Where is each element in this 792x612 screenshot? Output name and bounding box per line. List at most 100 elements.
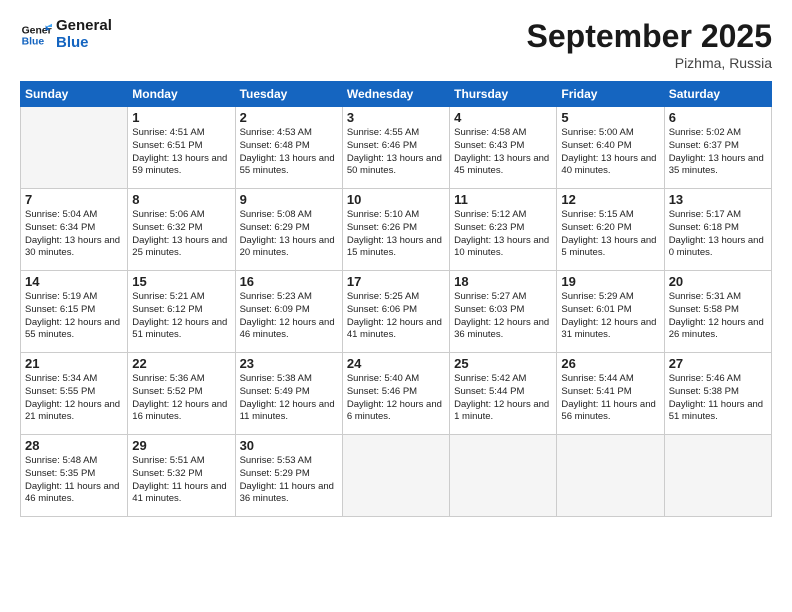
weekday-header-friday: Friday (557, 82, 664, 107)
weekday-header-wednesday: Wednesday (342, 82, 449, 107)
day-number: 14 (25, 274, 123, 289)
day-number: 18 (454, 274, 552, 289)
day-number: 1 (132, 110, 230, 125)
day-number: 11 (454, 192, 552, 207)
day-number: 19 (561, 274, 659, 289)
calendar-cell: 5 Sunrise: 5:00 AM Sunset: 6:40 PM Daylig… (557, 107, 664, 189)
day-info: Sunrise: 4:53 AM Sunset: 6:48 PM Dayligh… (240, 127, 338, 178)
calendar-cell: 14 Sunrise: 5:19 AM Sunset: 6:15 PM Dayli… (21, 271, 128, 353)
day-info: Sunrise: 5:08 AM Sunset: 6:29 PM Dayligh… (240, 209, 338, 260)
day-info: Sunrise: 5:27 AM Sunset: 6:03 PM Dayligh… (454, 291, 552, 342)
calendar-cell: 1Sunrise: 4:51 AM Sunset: 6:51 PM Daylig… (128, 107, 235, 189)
day-number: 10 (347, 192, 445, 207)
day-number: 6 (669, 110, 767, 125)
day-number: 25 (454, 356, 552, 371)
day-number: 9 (240, 192, 338, 207)
calendar-table: SundayMondayTuesdayWednesdayThursdayFrid… (20, 81, 772, 517)
day-info: Sunrise: 5:48 AM Sunset: 5:35 PM Dayligh… (25, 455, 123, 506)
logo-blue: Blue (56, 35, 112, 52)
weekday-header-tuesday: Tuesday (235, 82, 342, 107)
calendar-cell: 30 Sunrise: 5:53 AM Sunset: 5:29 PM Dayli… (235, 435, 342, 517)
day-number: 13 (669, 192, 767, 207)
calendar-cell: 11 Sunrise: 5:12 AM Sunset: 6:23 PM Dayli… (450, 189, 557, 271)
calendar-cell: 21 Sunrise: 5:34 AM Sunset: 5:55 PM Dayli… (21, 353, 128, 435)
day-number: 29 (132, 438, 230, 453)
weekday-header-sunday: Sunday (21, 82, 128, 107)
day-info: Sunrise: 5:10 AM Sunset: 6:26 PM Dayligh… (347, 209, 445, 260)
week-row-1: 1Sunrise: 4:51 AM Sunset: 6:51 PM Daylig… (21, 107, 772, 189)
calendar-cell: 26 Sunrise: 5:44 AM Sunset: 5:41 PM Dayli… (557, 353, 664, 435)
day-info: Sunrise: 4:58 AM Sunset: 6:43 PM Dayligh… (454, 127, 552, 178)
calendar-cell: 19 Sunrise: 5:29 AM Sunset: 6:01 PM Dayli… (557, 271, 664, 353)
day-info: Sunrise: 5:29 AM Sunset: 6:01 PM Dayligh… (561, 291, 659, 342)
calendar-cell: 4Sunrise: 4:58 AM Sunset: 6:43 PM Daylig… (450, 107, 557, 189)
day-info: Sunrise: 5:51 AM Sunset: 5:32 PM Dayligh… (132, 455, 230, 506)
day-number: 26 (561, 356, 659, 371)
day-info: Sunrise: 5:15 AM Sunset: 6:20 PM Dayligh… (561, 209, 659, 260)
title-block: September 2025 Pizhma, Russia (527, 18, 772, 71)
day-number: 16 (240, 274, 338, 289)
day-number: 23 (240, 356, 338, 371)
day-info: Sunrise: 4:55 AM Sunset: 6:46 PM Dayligh… (347, 127, 445, 178)
day-number: 17 (347, 274, 445, 289)
day-info: Sunrise: 5:53 AM Sunset: 5:29 PM Dayligh… (240, 455, 338, 506)
day-info: Sunrise: 5:02 AM Sunset: 6:37 PM Dayligh… (669, 127, 767, 178)
day-number: 15 (132, 274, 230, 289)
calendar-cell: 24 Sunrise: 5:40 AM Sunset: 5:46 PM Dayli… (342, 353, 449, 435)
page: General Blue General Blue September 2025… (0, 0, 792, 612)
day-info: Sunrise: 5:34 AM Sunset: 5:55 PM Dayligh… (25, 373, 123, 424)
day-info: Sunrise: 5:25 AM Sunset: 6:06 PM Dayligh… (347, 291, 445, 342)
calendar-cell: 15 Sunrise: 5:21 AM Sunset: 6:12 PM Dayli… (128, 271, 235, 353)
weekday-header-row: SundayMondayTuesdayWednesdayThursdayFrid… (21, 82, 772, 107)
calendar-cell: 13 Sunrise: 5:17 AM Sunset: 6:18 PM Dayli… (664, 189, 771, 271)
week-row-5: 28 Sunrise: 5:48 AM Sunset: 5:35 PM Dayli… (21, 435, 772, 517)
day-number: 24 (347, 356, 445, 371)
calendar-cell: 18 Sunrise: 5:27 AM Sunset: 6:03 PM Dayli… (450, 271, 557, 353)
day-number: 22 (132, 356, 230, 371)
week-row-2: 7Sunrise: 5:04 AM Sunset: 6:34 PM Daylig… (21, 189, 772, 271)
logo: General Blue General Blue (20, 18, 112, 51)
day-info: Sunrise: 5:40 AM Sunset: 5:46 PM Dayligh… (347, 373, 445, 424)
day-number: 2 (240, 110, 338, 125)
logo-general: General (56, 18, 112, 35)
day-info: Sunrise: 5:44 AM Sunset: 5:41 PM Dayligh… (561, 373, 659, 424)
weekday-header-saturday: Saturday (664, 82, 771, 107)
day-info: Sunrise: 5:21 AM Sunset: 6:12 PM Dayligh… (132, 291, 230, 342)
week-row-3: 14 Sunrise: 5:19 AM Sunset: 6:15 PM Dayli… (21, 271, 772, 353)
calendar-cell: 27Sunrise: 5:46 AM Sunset: 5:38 PM Dayli… (664, 353, 771, 435)
calendar-cell: 12 Sunrise: 5:15 AM Sunset: 6:20 PM Dayli… (557, 189, 664, 271)
day-number: 27 (669, 356, 767, 371)
calendar-cell (342, 435, 449, 517)
day-number: 28 (25, 438, 123, 453)
day-info: Sunrise: 5:17 AM Sunset: 6:18 PM Dayligh… (669, 209, 767, 260)
calendar-cell: 6 Sunrise: 5:02 AM Sunset: 6:37 PM Daylig… (664, 107, 771, 189)
day-number: 20 (669, 274, 767, 289)
day-number: 3 (347, 110, 445, 125)
calendar-cell: 10 Sunrise: 5:10 AM Sunset: 6:26 PM Dayli… (342, 189, 449, 271)
day-number: 30 (240, 438, 338, 453)
day-number: 5 (561, 110, 659, 125)
calendar-cell (557, 435, 664, 517)
calendar-cell (21, 107, 128, 189)
calendar-cell: 16 Sunrise: 5:23 AM Sunset: 6:09 PM Dayli… (235, 271, 342, 353)
calendar-cell: 9 Sunrise: 5:08 AM Sunset: 6:29 PM Daylig… (235, 189, 342, 271)
calendar-cell (450, 435, 557, 517)
calendar-cell: 3 Sunrise: 4:55 AM Sunset: 6:46 PM Daylig… (342, 107, 449, 189)
calendar-cell: 8Sunrise: 5:06 AM Sunset: 6:32 PM Daylig… (128, 189, 235, 271)
calendar-cell: 2 Sunrise: 4:53 AM Sunset: 6:48 PM Daylig… (235, 107, 342, 189)
weekday-header-monday: Monday (128, 82, 235, 107)
day-info: Sunrise: 5:19 AM Sunset: 6:15 PM Dayligh… (25, 291, 123, 342)
day-info: Sunrise: 5:04 AM Sunset: 6:34 PM Dayligh… (25, 209, 123, 260)
calendar-cell: 7Sunrise: 5:04 AM Sunset: 6:34 PM Daylig… (21, 189, 128, 271)
weekday-header-thursday: Thursday (450, 82, 557, 107)
day-info: Sunrise: 5:00 AM Sunset: 6:40 PM Dayligh… (561, 127, 659, 178)
calendar-cell: 23Sunrise: 5:38 AM Sunset: 5:49 PM Dayli… (235, 353, 342, 435)
svg-text:General: General (22, 25, 52, 36)
day-info: Sunrise: 5:12 AM Sunset: 6:23 PM Dayligh… (454, 209, 552, 260)
day-number: 12 (561, 192, 659, 207)
day-info: Sunrise: 5:23 AM Sunset: 6:09 PM Dayligh… (240, 291, 338, 342)
calendar-cell: 28 Sunrise: 5:48 AM Sunset: 5:35 PM Dayli… (21, 435, 128, 517)
day-info: Sunrise: 5:06 AM Sunset: 6:32 PM Dayligh… (132, 209, 230, 260)
calendar-cell: 29 Sunrise: 5:51 AM Sunset: 5:32 PM Dayli… (128, 435, 235, 517)
day-number: 21 (25, 356, 123, 371)
